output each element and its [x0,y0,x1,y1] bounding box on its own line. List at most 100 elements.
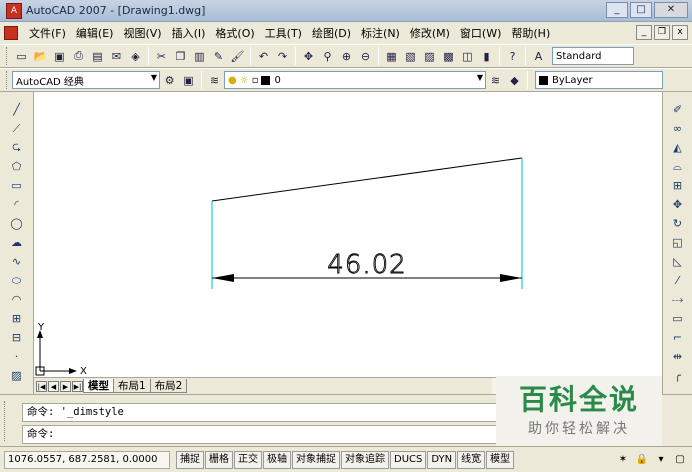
ducs-toggle[interactable]: DUCS [390,450,427,469]
clean-screen-icon[interactable]: ▢ [672,452,688,468]
offset-icon[interactable]: ⌓ [669,158,687,175]
paste-icon[interactable]: ▥ [191,48,208,65]
drawing-area[interactable]: 46.02 Y X [34,92,662,377]
sloped-line[interactable] [211,157,523,202]
ellipse-icon[interactable]: ⬭ [8,272,26,289]
point-icon[interactable]: · [8,348,26,365]
designcenter-icon[interactable]: ▧ [402,48,419,65]
save-icon[interactable]: ▣ [51,48,68,65]
redo-icon[interactable]: ↷ [274,48,291,65]
ortho-toggle[interactable]: 正交 [234,450,262,469]
menu-view[interactable]: 视图(V) [118,25,166,41]
menu-dimension[interactable]: 标注(N) [356,25,405,41]
coordinate-readout[interactable]: 1076.0557, 687.2581, 0.0000 [4,450,170,469]
construction-line-icon[interactable]: ⟋ [8,120,26,137]
copy-icon[interactable]: ❐ [172,48,189,65]
ellipse-arc-icon[interactable]: ◠ [8,291,26,308]
stretch-icon[interactable]: ◺ [669,253,687,270]
menu-edit[interactable]: 编辑(E) [71,25,119,41]
mirror-icon[interactable]: ◭ [669,139,687,156]
text-style-icon[interactable]: A [530,48,547,65]
calculator-icon[interactable]: ▮ [478,48,495,65]
fillet-icon[interactable]: ╭ [669,367,687,384]
polyline-icon[interactable]: ⮎ [8,139,26,156]
help-icon[interactable]: ? [504,48,521,65]
command-input[interactable]: 命令: [22,425,502,444]
make-current-layer-icon[interactable]: ◆ [506,72,523,89]
doc-minimize-button[interactable]: _ [636,25,652,40]
workspace-settings-icon[interactable]: ⚙ [161,72,178,89]
menu-help[interactable]: 帮助(H) [506,25,555,41]
break-icon[interactable]: ▭ [669,310,687,327]
model-toggle[interactable]: 模型 [486,450,515,469]
menu-format[interactable]: 格式(O) [210,25,259,41]
menu-tools[interactable]: 工具(T) [260,25,307,41]
tab-layout1[interactable]: 布局1 [113,379,151,393]
doc-restore-button[interactable]: ❐ [654,25,670,40]
chevron-down-icon[interactable]: ▾ [653,452,669,468]
dimension-text[interactable]: 46.02 [327,250,406,281]
arc-icon[interactable]: ◜ [8,196,26,213]
dyn-toggle[interactable]: DYN [427,450,457,469]
tab-first-button[interactable]: |◀ [36,380,47,392]
doc-close-button[interactable]: x [672,25,688,40]
tab-next-button[interactable]: ▶ [60,380,71,392]
erase-icon[interactable]: ✐ [669,101,687,118]
menu-draw[interactable]: 绘图(D) [307,25,356,41]
pan-icon[interactable]: ✥ [300,48,317,65]
publish-icon[interactable]: ✉ [108,48,125,65]
open-icon[interactable]: 📂 [32,48,49,65]
toolbar-grip[interactable] [6,71,9,89]
zoom-previous-icon[interactable]: ⊖ [357,48,374,65]
preview-icon[interactable]: ▤ [89,48,106,65]
new-icon[interactable]: ▭ [13,48,30,65]
color-dropdown[interactable]: ByLayer [535,71,663,89]
layer-manager-icon[interactable]: ≋ [206,72,223,89]
scale-icon[interactable]: ◱ [669,234,687,251]
menu-file[interactable]: 文件(F) [24,25,71,41]
tab-model[interactable]: 模型 [83,379,114,393]
spline-icon[interactable]: ∿ [8,253,26,270]
grid-toggle[interactable]: 栅格 [205,450,233,469]
workspace-save-icon[interactable]: ▣ [180,72,197,89]
polar-toggle[interactable]: 极轴 [263,450,291,469]
osnap-toggle[interactable]: 对象捕捉 [292,450,340,469]
text-style-dropdown[interactable]: Standard [552,47,634,65]
line-icon[interactable]: ╱ [8,101,26,118]
tab-layout2[interactable]: 布局2 [149,379,188,393]
circle-icon[interactable]: ◯ [8,215,26,232]
cut-icon[interactable]: ✂ [153,48,170,65]
menu-modify[interactable]: 修改(M) [405,25,455,41]
rectangle-icon[interactable]: ▭ [8,177,26,194]
tab-prev-button[interactable]: ◀ [48,380,59,392]
polygon-icon[interactable]: ⬠ [8,158,26,175]
layer-dropdown[interactable]: ● ☼ ▫ 0 ▼ [224,71,486,89]
lineweight-toggle[interactable]: 线宽 [457,450,486,469]
zoom-window-icon[interactable]: ⊕ [338,48,355,65]
revcloud-icon[interactable]: ☁ [8,234,26,251]
tab-last-button[interactable]: ▶| [72,380,83,392]
plot-icon[interactable]: ◈ [127,48,144,65]
insert-block-icon[interactable]: ⊞ [8,310,26,327]
lock-icon[interactable]: 🔒 [634,452,650,468]
undo-icon[interactable]: ↶ [255,48,272,65]
brush-icon[interactable]: 🖌 [229,48,246,65]
toolpalettes-icon[interactable]: ▨ [421,48,438,65]
otrack-toggle[interactable]: 对象追踪 [341,450,389,469]
make-block-icon[interactable]: ⊟ [8,329,26,346]
snap-toggle[interactable]: 捕捉 [176,450,204,469]
print-icon[interactable]: ⎙ [70,48,87,65]
chamfer-icon[interactable]: ⌐ [669,329,687,346]
toolbar-grip[interactable] [6,47,9,65]
menu-insert[interactable]: 插入(I) [167,25,211,41]
properties-icon[interactable]: ▦ [383,48,400,65]
command-window-grip[interactable] [4,401,14,441]
rotate-icon[interactable]: ↻ [669,215,687,232]
copy-object-icon[interactable]: ∞ [669,120,687,137]
hatch-icon[interactable]: ▨ [8,367,26,384]
move-icon[interactable]: ✥ [669,196,687,213]
extend-icon[interactable]: ⤏ [669,291,687,308]
matchprop-icon[interactable]: ✎ [210,48,227,65]
trim-icon[interactable]: ⁄ [669,272,687,289]
workspace-dropdown[interactable]: AutoCAD 经典 ▼ [12,71,160,89]
